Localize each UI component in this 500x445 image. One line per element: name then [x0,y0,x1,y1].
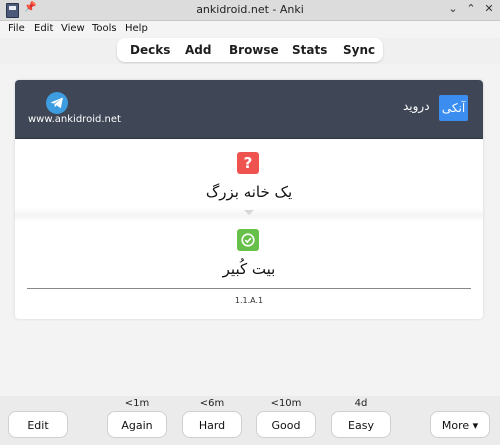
window-titlebar: 📌 ankidroid.net - Anki ⌄ ⌃ ✕ [0,0,500,21]
hard-button[interactable]: Hard [182,411,242,438]
reviewer-area: www.ankidroid.net دروید آنکی ? یک خانه ب… [0,64,500,396]
toolbar-sync[interactable]: Sync [343,43,375,57]
card-header: www.ankidroid.net دروید آنکی [15,80,483,139]
telegram-icon[interactable] [46,92,68,114]
edit-button[interactable]: Edit [8,411,68,438]
menu-view[interactable]: View [61,23,85,34]
interval-again: <1m [124,398,150,409]
minimize-icon[interactable]: ⌄ [446,2,460,15]
flashcard: www.ankidroid.net دروید آنکی ? یک خانه ب… [15,80,483,319]
interval-easy: 4d [354,398,368,409]
card-front-text: یک خانه بزرگ [205,183,293,201]
main-toolbar: Decks Add Browse Stats Sync [117,38,383,62]
version-label: 1.1.A.1 [234,296,264,305]
toolbar-decks[interactable]: Decks [130,43,170,57]
good-button[interactable]: Good [256,411,316,438]
window-title: ankidroid.net - Anki [196,3,304,16]
toolbar-browse[interactable]: Browse [229,43,279,57]
menu-file[interactable]: File [8,23,25,34]
check-icon [237,229,259,251]
answer-bar: <1m <6m <10m 4d Edit Again Hard Good Eas… [0,396,500,445]
chevron-down-icon [244,210,254,215]
menu-tools[interactable]: Tools [92,23,117,34]
easy-button[interactable]: Easy [331,411,391,438]
interval-hard: <6m [199,398,225,409]
card-back-text: بیت کُبیر [222,260,276,278]
menu-edit[interactable]: Edit [34,23,53,34]
toolbar-stats[interactable]: Stats [292,43,327,57]
more-button[interactable]: More ▾ [430,411,490,438]
answer-divider [27,288,471,289]
close-icon[interactable]: ✕ [482,2,496,15]
interval-good: <10m [270,398,302,409]
toolbar-add[interactable]: Add [185,43,211,57]
maximize-icon[interactable]: ⌃ [464,2,478,15]
anki-badge: آنکی [439,95,468,121]
menu-bar: File Edit View Tools Help [0,21,500,38]
header-rtl-label: دروید [403,99,430,113]
menu-help[interactable]: Help [125,23,148,34]
question-icon: ? [237,152,259,174]
again-button[interactable]: Again [107,411,167,438]
site-link[interactable]: www.ankidroid.net [28,114,121,125]
